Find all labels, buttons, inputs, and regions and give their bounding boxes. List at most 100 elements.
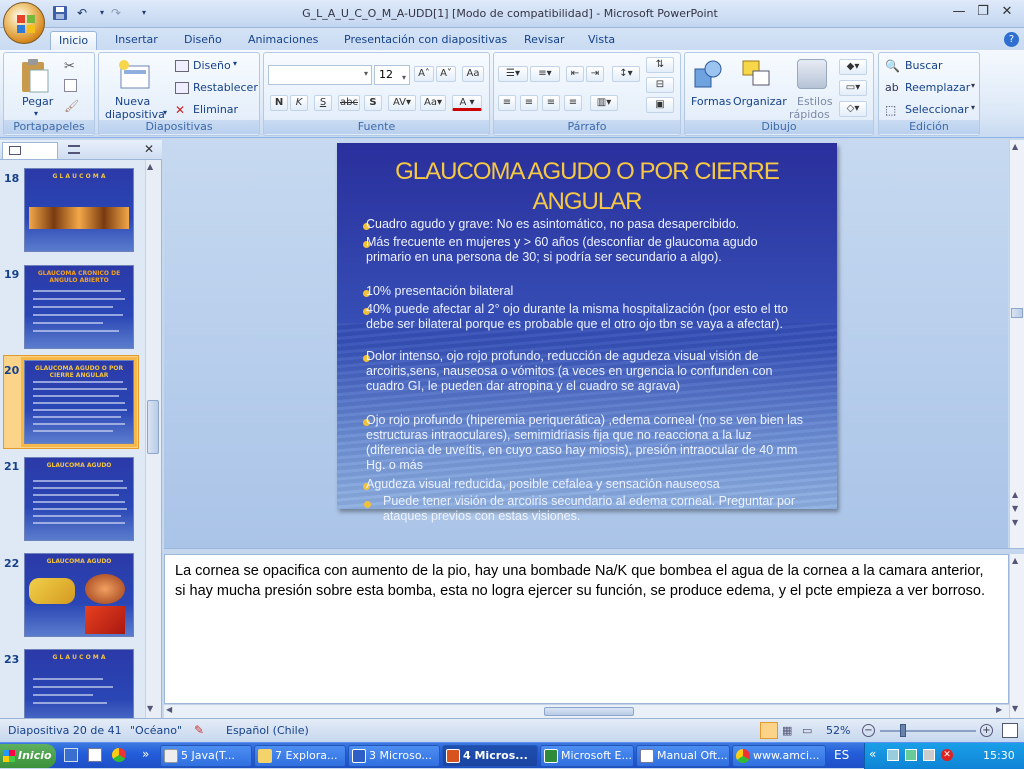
change-case-button[interactable]: Aa▾ <box>420 95 446 111</box>
find-button[interactable]: Buscar <box>905 59 943 72</box>
slide-title[interactable]: GLAUCOMA AGUDO O POR CIERRE ANGULAR <box>347 157 827 217</box>
taskbar-item[interactable]: Manual Oft... <box>636 745 730 767</box>
slide-bullet[interactable]: Cuadro agudo y grave: No es asintomático… <box>366 217 806 232</box>
shape-fill-button[interactable]: ◆▾ <box>839 59 867 75</box>
slide-thumbnail[interactable]: GLAUCOMA CRONICO DE ANGULO ABIERTO <box>24 265 134 349</box>
tab-revisar[interactable]: Revisar <box>516 31 572 50</box>
tab-animaciones[interactable]: Animaciones <box>240 31 326 50</box>
quick-styles-icon[interactable] <box>797 59 827 89</box>
undo-icon[interactable]: ↶ <box>74 5 90 21</box>
save-icon[interactable] <box>52 5 68 21</box>
grow-font-button[interactable]: A˄ <box>414 66 434 82</box>
close-panel-icon[interactable]: ✕ <box>144 142 154 156</box>
slide-sorter-icon[interactable]: ▦ <box>782 724 792 737</box>
shrink-font-button[interactable]: A˅ <box>436 66 456 82</box>
bold-button[interactable]: N <box>270 95 288 111</box>
taskbar-item[interactable]: 7 Explora... <box>254 745 346 767</box>
scroll-down-icon[interactable]: ▼ <box>1012 504 1018 513</box>
taskbar-item[interactable]: 5 Java(T... <box>160 745 252 767</box>
language-indicator[interactable]: Español (Chile) <box>226 724 309 737</box>
tab-outline[interactable] <box>62 142 118 159</box>
replace-button[interactable]: Reemplazar <box>905 81 970 94</box>
numbering-button[interactable]: ≡▾ <box>530 66 560 82</box>
smartart-button[interactable]: ▣ <box>646 97 674 113</box>
text-direction-button[interactable]: ⇅ <box>646 57 674 73</box>
slide-bullet[interactable]: Más frecuente en mujeres y > 60 años (de… <box>366 235 806 265</box>
spellcheck-icon[interactable]: ✎ <box>194 723 204 737</box>
chrome-icon[interactable] <box>112 748 126 762</box>
slideshow-icon[interactable]: ▭ <box>802 724 812 737</box>
new-slide-button[interactable]: Nueva <box>115 95 150 108</box>
tray-icon[interactable] <box>887 749 899 761</box>
paste-icon[interactable] <box>20 58 50 96</box>
slide-bullet[interactable]: 10% presentación bilateral <box>366 284 806 299</box>
paste-button[interactable]: Pegar <box>22 95 53 108</box>
normal-view-icon[interactable] <box>760 722 778 739</box>
notes-pane[interactable]: La cornea se opacifica con aumento de la… <box>164 554 1009 704</box>
quick-styles-button[interactable]: Estilos <box>797 95 833 108</box>
quicklaunch-icon[interactable] <box>88 748 102 762</box>
zoom-out-icon[interactable]: − <box>862 724 875 737</box>
start-button[interactable]: Inicio <box>0 744 56 768</box>
show-desktop-icon[interactable] <box>64 748 78 762</box>
zoom-in-icon[interactable]: + <box>980 724 993 737</box>
slide-thumbnail[interactable]: GLAUCOMA AGUDO <box>24 457 134 541</box>
copy-icon[interactable] <box>64 79 77 92</box>
align-left-button[interactable]: ≡ <box>498 95 516 111</box>
slide-vertical-scrollbar[interactable]: ▲ ▲ ▼ ▼ <box>1009 140 1024 548</box>
scrollbar-thumb[interactable] <box>1011 308 1023 318</box>
cut-icon[interactable]: ✂ <box>64 59 75 74</box>
help-icon[interactable]: ? <box>1004 32 1019 47</box>
shapes-icon[interactable] <box>693 59 723 89</box>
underline-button[interactable]: S <box>314 95 332 111</box>
slide-thumbnail[interactable]: G L A U C O M A <box>24 168 134 252</box>
tab-inicio[interactable]: Inicio <box>50 31 98 50</box>
slides-panel-scrollbar[interactable]: ▲ ▼ <box>145 160 161 718</box>
taskbar-item[interactable]: 3 Microso... <box>348 745 440 767</box>
font-name-select[interactable]: ▾ <box>268 65 372 85</box>
delete-button[interactable]: Eliminar <box>193 103 238 116</box>
taskbar-item-active[interactable]: 4 Micros... <box>442 745 538 767</box>
taskbar-item[interactable]: www.amci... <box>732 745 826 767</box>
network-icon[interactable] <box>905 749 917 761</box>
clear-format-button[interactable]: Aa <box>462 66 484 82</box>
shapes-button[interactable]: Formas <box>691 95 731 108</box>
slide-bullet[interactable]: Ojo rojo profundo (hiperemia periqueráti… <box>366 413 806 473</box>
tab-vista[interactable]: Vista <box>580 31 623 50</box>
volume-icon[interactable] <box>923 749 935 761</box>
tray-expand-icon[interactable]: « <box>869 747 876 761</box>
format-painter-icon[interactable]: 🖌 <box>64 99 79 113</box>
security-alert-icon[interactable]: ✕ <box>941 749 953 761</box>
fit-to-window-icon[interactable] <box>1002 723 1018 738</box>
prev-slide-icon[interactable]: ▲ <box>1012 490 1018 499</box>
taskbar-item[interactable]: Microsoft E... <box>540 745 634 767</box>
next-slide-icon[interactable]: ▼ <box>1012 518 1018 527</box>
slide-thumbnail-selected[interactable]: GLAUCOMA AGUDO O POR CIERRE ANGULAR <box>21 357 137 447</box>
justify-button[interactable]: ≡ <box>564 95 582 111</box>
minimize-button[interactable]: — <box>948 3 970 21</box>
align-text-button[interactable]: ⊟ <box>646 77 674 93</box>
restore-button[interactable]: ❐ <box>972 3 994 21</box>
align-right-button[interactable]: ≡ <box>542 95 560 111</box>
align-center-button[interactable]: ≡ <box>520 95 538 111</box>
tab-insertar[interactable]: Insertar <box>107 31 166 50</box>
zoom-level[interactable]: 52% <box>826 724 850 737</box>
slide-bullet-overflow[interactable]: Puede tener visión de arcoiris secundari… <box>383 494 823 524</box>
redo-icon[interactable]: ↷ <box>108 5 124 21</box>
font-size-select[interactable]: 12 ▾ <box>374 65 410 85</box>
font-color-button[interactable]: A ▾ <box>452 95 482 111</box>
italic-button[interactable]: K <box>290 95 308 111</box>
notes-scrollbar[interactable]: ▲ ▼ <box>1009 554 1024 718</box>
notes-text[interactable]: La cornea se opacifica con aumento de la… <box>175 561 995 601</box>
scrollbar-thumb[interactable] <box>147 400 159 454</box>
select-button[interactable]: Seleccionar <box>905 103 969 116</box>
language-bar[interactable]: ES <box>834 748 849 762</box>
shape-effects-button[interactable]: ◇▾ <box>839 101 867 117</box>
arrange-icon[interactable] <box>741 59 771 89</box>
slide-bullet[interactable]: 40% puede afectar al 2° ojo durante la m… <box>366 302 806 332</box>
customize-qat-icon[interactable]: ▾ <box>136 5 152 21</box>
clock[interactable]: 15:30 <box>983 749 1015 762</box>
slide-canvas[interactable]: GLAUCOMA AGUDO O POR CIERRE ANGULAR Cuad… <box>337 143 837 509</box>
more-quicklaunch-icon[interactable]: » <box>142 747 149 761</box>
close-button[interactable]: ✕ <box>996 3 1018 21</box>
